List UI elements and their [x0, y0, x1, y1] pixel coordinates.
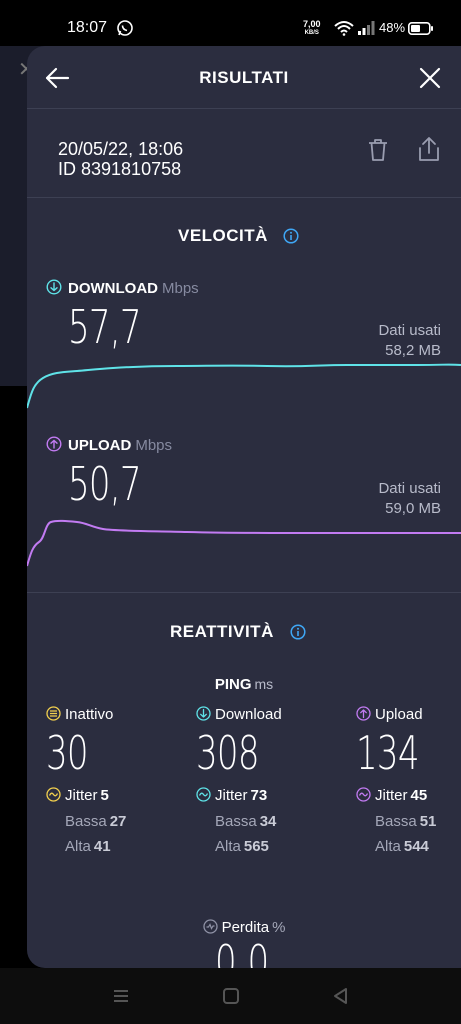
network-speed-value: 7,00	[303, 19, 321, 29]
ping-idle-label: Inattivo	[65, 706, 114, 723]
upload-unit: Mbps	[135, 437, 173, 454]
download-icon	[196, 706, 211, 721]
jitter-label: Jitter	[375, 787, 408, 804]
upload-graph	[27, 519, 461, 567]
responsiveness-section-title: REATTIVITÀ	[170, 622, 274, 641]
back-icon[interactable]	[331, 986, 351, 1006]
ping-label: PING ms	[27, 676, 461, 693]
upload-icon	[356, 706, 371, 721]
results-sheet: RISULTATI 20/05/22, 18:06 ID 8391810758 …	[27, 46, 461, 968]
upload-icon	[46, 436, 62, 452]
network-speed-unit: KB/S	[304, 30, 319, 36]
speed-divider	[27, 592, 461, 593]
high-label: Alta	[215, 838, 241, 855]
share-icon[interactable]	[417, 136, 441, 162]
jitter-label: Jitter	[215, 787, 248, 804]
test-date: 20/05/22, 18:06	[58, 139, 184, 159]
ping-upload-value: 134	[356, 726, 419, 780]
upload-label-text: UPLOAD	[68, 437, 132, 454]
signal-icon	[358, 21, 375, 35]
home-icon[interactable]	[221, 986, 241, 1006]
speed-info-icon[interactable]	[283, 228, 299, 244]
test-id: ID 8391810758	[58, 159, 182, 179]
download-icon	[46, 279, 62, 295]
ping-idle-high: Alta 41	[65, 838, 111, 855]
recent-apps-icon[interactable]	[111, 986, 131, 1006]
download-label: DOWNLOAD Mbps	[68, 280, 199, 297]
battery-percent: 48%	[379, 20, 406, 35]
idle-icon	[46, 706, 61, 721]
network-speed: 7,00 KB/S	[303, 20, 321, 38]
ping-download-low: Bassa 34	[215, 813, 276, 830]
wifi-icon	[334, 21, 354, 36]
upload-data-used-label: Dati usati	[378, 480, 441, 497]
speed-section-title: VELOCITÀ	[178, 226, 268, 245]
ping-idle-low: Bassa 27	[65, 813, 126, 830]
jitter-value: 45	[410, 787, 428, 804]
jitter-icon	[196, 787, 211, 802]
high-label: Alta	[65, 838, 91, 855]
download-graph	[27, 363, 461, 409]
low-label: Bassa	[375, 813, 417, 830]
packet-loss-value: 0,0	[215, 935, 270, 968]
whatsapp-icon	[117, 20, 133, 36]
ping-download-high: Alta 565	[215, 838, 269, 855]
low-value: 51	[419, 813, 437, 830]
status-time: 18:07	[67, 19, 108, 36]
jitter-icon	[46, 787, 61, 802]
ping-upload-label: Upload	[375, 706, 423, 723]
high-value: 41	[93, 838, 111, 855]
packet-loss-unit: %	[272, 919, 286, 936]
ping-idle-value: 30	[46, 726, 89, 780]
ping-download-value: 308	[196, 726, 259, 780]
ping-idle-header: Inattivo	[46, 706, 113, 723]
download-label-text: DOWNLOAD	[68, 280, 158, 297]
responsiveness-info-icon[interactable]	[290, 624, 306, 640]
packet-loss-header: Perdita%	[27, 919, 461, 936]
date-divider	[27, 197, 461, 198]
ping-upload-jitter: Jitter 45	[356, 787, 427, 804]
ping-upload-header: Upload	[356, 706, 423, 723]
close-icon[interactable]	[416, 64, 444, 92]
download-unit: Mbps	[162, 280, 199, 297]
low-value: 34	[259, 813, 277, 830]
header-divider	[27, 108, 461, 109]
high-value: 544	[403, 838, 429, 855]
trash-icon[interactable]	[367, 138, 389, 162]
low-value: 27	[109, 813, 127, 830]
download-data-used-label: Dati usati	[378, 322, 441, 339]
ping-download-label: Download	[215, 706, 282, 723]
packet-loss-icon	[202, 919, 218, 934]
high-value: 565	[243, 838, 269, 855]
ping-label-text: PING	[214, 676, 252, 693]
ping-upload-low: Bassa 51	[375, 813, 436, 830]
status-bar: 18:07 7,00 KB/S 48%	[0, 0, 461, 46]
jitter-value: 73	[250, 787, 268, 804]
page-title: RISULTATI	[199, 68, 289, 87]
low-label: Bassa	[65, 813, 107, 830]
ping-unit: ms	[254, 676, 274, 692]
upload-label: UPLOAD Mbps	[68, 437, 172, 454]
ping-idle-jitter: Jitter 5	[46, 787, 109, 804]
high-label: Alta	[375, 838, 401, 855]
navigation-bar	[0, 968, 461, 1024]
battery-icon	[408, 22, 433, 35]
low-label: Bassa	[215, 813, 257, 830]
ping-upload-high: Alta 544	[375, 838, 429, 855]
packet-loss-label: Perdita	[221, 919, 270, 936]
jitter-value: 5	[100, 787, 109, 804]
jitter-label: Jitter	[65, 787, 98, 804]
ping-download-header: Download	[196, 706, 282, 723]
ping-download-jitter: Jitter 73	[196, 787, 267, 804]
jitter-icon	[356, 787, 371, 802]
